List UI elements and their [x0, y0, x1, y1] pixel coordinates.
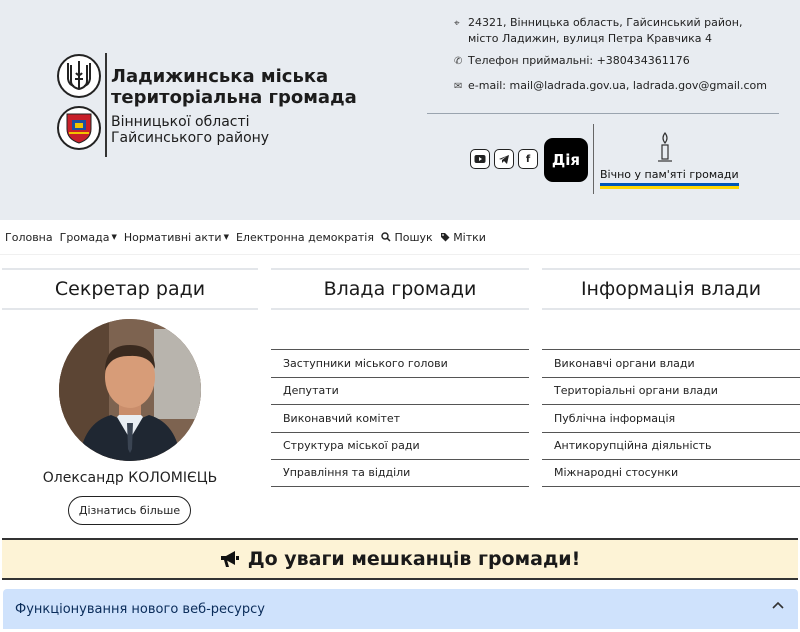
email-text[interactable]: e-mail: mail@ladrada.gov.ua, ladrada.gov…	[468, 79, 767, 92]
accordion-title: Функціонування нового веб-ресурсу	[15, 601, 265, 617]
list-item[interactable]: Заступники міського голови	[271, 349, 529, 377]
candle-icon	[656, 132, 674, 164]
facebook-icon[interactable]: f	[518, 149, 538, 169]
nav-normative-acts-label: Нормативні акти	[123, 231, 222, 244]
nav-community-label: Громада	[59, 231, 110, 244]
map-pin-icon: ⌖	[454, 18, 460, 29]
org-title[interactable]: Ладижинська міська територіальна громада	[111, 66, 371, 108]
caret-down-icon: ▼	[223, 233, 229, 241]
tag-icon	[440, 233, 450, 242]
site-header: Ладижинська міська територіальна громада…	[0, 0, 800, 220]
trident-emblem-icon	[57, 54, 101, 98]
nav-e-democracy[interactable]: Електронна демократія	[236, 231, 374, 244]
logo-divider	[105, 53, 107, 157]
nav-search-label: Пошук	[394, 231, 433, 244]
list-item[interactable]: Депутати	[271, 376, 529, 405]
info-section: Інформація влади	[542, 268, 800, 310]
avatar	[59, 319, 201, 461]
attention-banner: До уваги мешканців громади!	[2, 538, 798, 580]
list-item[interactable]: Публічна інформація	[542, 404, 800, 432]
authority-heading: Влада громади	[271, 268, 529, 310]
search-icon	[381, 232, 391, 242]
list-item[interactable]: Територіальні органи влади	[542, 376, 800, 405]
youtube-icon[interactable]	[470, 149, 490, 169]
nav-tags-label: Мітки	[453, 231, 486, 244]
info-links: Виконавчі органи влади Територіальні орг…	[542, 349, 800, 487]
nav-community[interactable]: Громада ▼	[60, 231, 117, 244]
list-item[interactable]: Антикорупційна діяльність	[542, 431, 800, 460]
main-nav: Головна Громада ▼ Нормативні акти ▼ Електр…	[0, 221, 800, 255]
address-line-2: місто Ладижин, вулиця Петра Кравчика 4	[468, 32, 713, 45]
email: ✉ e-mail: mail@ladrada.gov.ua, ladrada.go…	[454, 79, 767, 92]
nav-home[interactable]: Головна	[5, 231, 53, 244]
phone-icon: ✆	[454, 56, 463, 67]
memory-link[interactable]: Вічно у пам'яті громади	[600, 168, 739, 189]
list-item[interactable]: Виконавчі органи влади	[542, 349, 800, 377]
address: ⌖ 24321, Вінницька область, Гайсинський р…	[454, 15, 742, 46]
secretary-heading: Секретар ради	[2, 268, 258, 310]
diia-button[interactable]: Дія	[544, 138, 588, 182]
list-item[interactable]: Структура міської ради	[271, 431, 529, 460]
megaphone-icon	[220, 551, 239, 567]
social-links: f	[470, 149, 538, 169]
org-subtitle: Вінницької області Гайсинського району	[111, 114, 270, 146]
authority-links: Заступники міського голови Депутати Вико…	[271, 349, 529, 487]
phone-text[interactable]: Телефон приймальні: +380434361176	[468, 54, 690, 67]
authority-section: Влада громади	[271, 268, 529, 310]
list-item[interactable]: Міжнародні стосунки	[542, 459, 800, 487]
caret-down-icon: ▼	[111, 233, 117, 241]
nav-e-democracy-label: Електронна демократія	[235, 231, 374, 244]
info-heading: Інформація влади	[542, 268, 800, 310]
secretary-section: Секретар ради	[2, 268, 258, 310]
nav-home-label: Головна	[5, 231, 53, 244]
memory-divider	[593, 124, 594, 194]
list-item[interactable]: Управління та відділи	[271, 459, 529, 487]
nav-normative-acts[interactable]: Нормативні акти ▼	[124, 231, 229, 244]
city-coat-of-arms-icon	[57, 106, 101, 150]
list-item[interactable]: Виконавчий комітет	[271, 404, 529, 432]
nav-search[interactable]: Пошук	[381, 231, 433, 244]
learn-more-button[interactable]: Дізнатись більше	[68, 496, 191, 525]
logo-block[interactable]	[57, 54, 105, 158]
email-icon: ✉	[454, 81, 463, 92]
chevron-up-icon[interactable]	[772, 601, 784, 609]
banner-text: До уваги мешканців громади!	[247, 548, 581, 570]
telegram-icon[interactable]	[494, 149, 514, 169]
accordion-header[interactable]: Функціонування нового веб-ресурсу	[3, 589, 798, 629]
contact-divider	[427, 113, 779, 114]
phone: ✆ Телефон приймальні: +380434361176	[454, 54, 690, 67]
nav-tags[interactable]: Мітки	[440, 231, 486, 244]
secretary-name: Олександр КОЛОМІЄЦЬ	[42, 470, 218, 486]
address-line-1: 24321, Вінницька область, Гайсинський ра…	[468, 16, 743, 29]
